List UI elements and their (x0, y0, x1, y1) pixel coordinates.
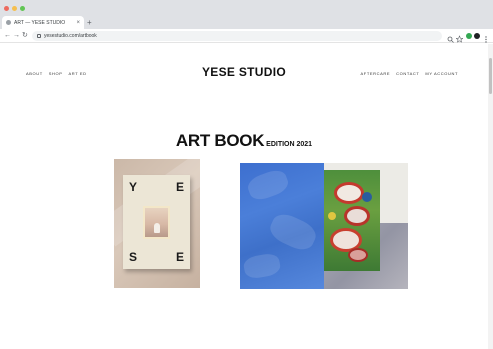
page-title-main: ART BOOK (175, 131, 265, 150)
minimize-window-button[interactable] (12, 6, 17, 11)
browser-tab[interactable]: ART — YESE STUDIO × (2, 16, 84, 29)
nav-my-account[interactable]: MY ACCOUNT (425, 71, 458, 76)
zoom-icon[interactable] (447, 31, 454, 43)
window-controls (4, 6, 25, 11)
page-scrollbar[interactable] (488, 44, 493, 349)
browser-toolbar: ← → ↻ yesestudio.com/artbook (0, 29, 493, 43)
back-button[interactable]: ← (4, 31, 11, 40)
favicon-icon (6, 20, 11, 25)
reload-button[interactable]: ↻ (22, 31, 28, 40)
cover-letter: E (175, 250, 184, 264)
menu-icon[interactable] (484, 31, 488, 43)
secondary-nav: AFTERCARE CONTACT MY ACCOUNT (361, 71, 458, 76)
tab-bar: ART — YESE STUDIO × + (0, 0, 493, 29)
page-title: ART BOOK EDITION 2021 (0, 117, 488, 154)
scrollbar-thumb[interactable] (489, 58, 492, 94)
extension-icon[interactable] (466, 33, 472, 42)
url-text: yesestudio.com/artbook (44, 33, 97, 39)
profile-avatar[interactable] (474, 33, 480, 42)
close-window-button[interactable] (4, 6, 9, 11)
address-bar[interactable]: yesestudio.com/artbook (32, 31, 442, 41)
lock-icon (37, 34, 41, 38)
cover-letter: E (175, 180, 184, 194)
cover-letter: S (129, 250, 138, 264)
web-page: ABOUT SHOP ART ED YESE STUDIO AFTERCARE … (0, 44, 488, 349)
product-image-book-cover[interactable]: Y E S E (114, 159, 200, 288)
browser-window: ART — YESE STUDIO × + ← → ↻ yesestudio.c… (0, 0, 493, 349)
tab-close-icon[interactable]: × (76, 20, 80, 26)
zoom-window-button[interactable] (20, 6, 25, 11)
page-title-edition: EDITION 2021 (266, 141, 313, 148)
cover-letter: Y (129, 180, 138, 194)
tab-title: ART — YESE STUDIO (14, 19, 66, 26)
nav-aftercare[interactable]: AFTERCARE (361, 71, 391, 76)
product-image-open-book[interactable] (240, 163, 408, 289)
new-tab-button[interactable]: + (87, 16, 92, 29)
artwork-print (324, 170, 380, 271)
blue-page (240, 163, 324, 289)
bookmark-star-icon[interactable] (455, 31, 464, 43)
cover-photo (143, 206, 170, 239)
nav-contact[interactable]: CONTACT (396, 71, 419, 76)
book-cover: Y E S E (123, 175, 190, 269)
forward-button[interactable]: → (13, 31, 20, 40)
